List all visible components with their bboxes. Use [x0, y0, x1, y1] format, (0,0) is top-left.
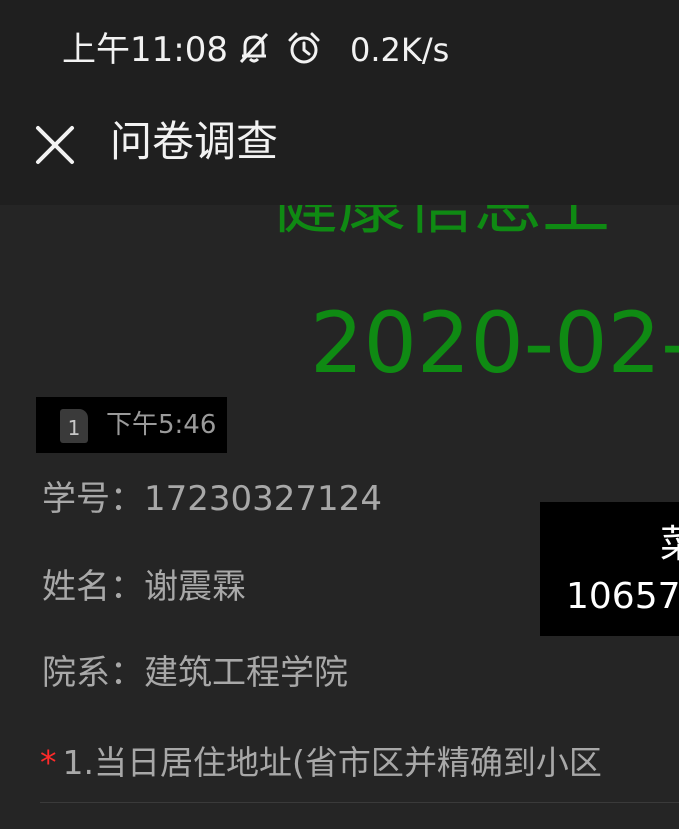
form-content[interactable]: 健康信息上 2020-02-0 1 下午5:46 学号：17230327124 … [0, 205, 679, 829]
status-time: 上午11:08 [62, 30, 228, 70]
department-field: 院系：建筑工程学院 [42, 653, 348, 693]
notification-badge[interactable]: 1 下午5:46 [36, 397, 227, 453]
divider [40, 802, 679, 803]
sim-card-icon: 1 [60, 409, 88, 443]
sms-number: 106573 [566, 576, 679, 617]
page-title: 问卷调查 [110, 117, 279, 166]
title-bar: 问卷调查 [0, 100, 679, 205]
student-id-field: 学号：17230327124 [42, 479, 382, 519]
sms-popup[interactable]: 菜 106573 [540, 502, 679, 636]
form-date: 2020-02-0 [310, 294, 679, 392]
name-field: 姓名：谢震霖 [42, 567, 246, 607]
required-mark: * [40, 743, 57, 782]
sms-sender: 菜 [660, 520, 679, 568]
bell-muted-icon [239, 32, 269, 64]
form-heading: 健康信息上 [270, 205, 610, 245]
network-speed: 0.2K/s [350, 31, 450, 69]
question-1-text: 1.当日居住地址(省市区并精确到小区 [62, 743, 602, 782]
notification-time: 下午5:46 [106, 410, 217, 440]
status-bar: 上午11:08 0.2K/s [0, 0, 679, 100]
alarm-clock-icon [288, 32, 320, 64]
question-1[interactable]: * 1.当日居住地址(省市区并精确到小区 [40, 741, 602, 785]
close-icon[interactable] [30, 120, 80, 170]
